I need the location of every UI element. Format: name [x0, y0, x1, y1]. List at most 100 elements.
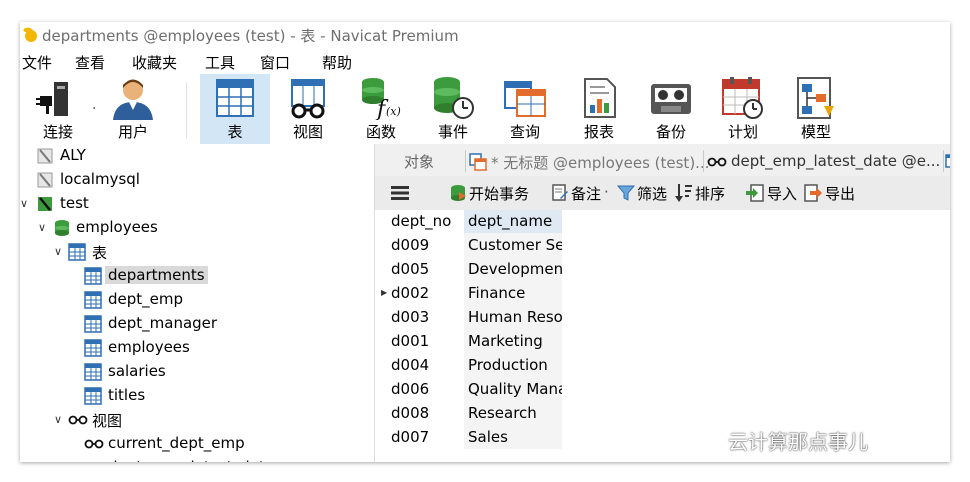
glasses-icon [68, 415, 88, 425]
tree-label: 视图 [92, 412, 123, 430]
cell-dept-no[interactable]: d003 [391, 305, 463, 329]
import-label: 导入 [767, 185, 798, 203]
model-button[interactable]: 模型 [780, 74, 852, 144]
cell-dept-name[interactable]: Human Resources [464, 305, 562, 329]
column-header-dept-name[interactable]: dept_name [464, 210, 562, 233]
user-icon [113, 79, 153, 120]
svg-text:(x): (x) [386, 105, 401, 118]
glasses-icon [707, 157, 727, 167]
model-label: 模型 [800, 123, 831, 141]
tree-label: departments [105, 266, 208, 284]
data-grid: dept_no dept_name d009 Customer Service … [375, 210, 950, 462]
model-icon [797, 77, 834, 119]
hamburger-menu-icon[interactable] [391, 186, 409, 200]
table-icon [216, 79, 254, 117]
tree-label: 表 [92, 244, 108, 262]
report-button[interactable]: 报表 [564, 74, 634, 144]
query-icon [469, 153, 487, 171]
table-row[interactable]: d001 Marketing [375, 329, 575, 353]
cell-dept-name[interactable]: Customer Service [464, 233, 562, 257]
schedule-icon [722, 77, 763, 119]
table-row[interactable]: d004 Production [375, 353, 575, 377]
table-icon [84, 291, 102, 309]
grid-toolbar: 开始事务 备注 · 筛选 排序 导入 导出 [375, 176, 950, 211]
tab-separator [943, 150, 944, 172]
table-icon [84, 339, 102, 357]
schedule-button[interactable]: 计划 [708, 74, 778, 144]
menu-favorites[interactable]: 收藏夹 [132, 52, 177, 73]
user-label: 用户 [117, 123, 148, 141]
function-label: 函数 [365, 123, 396, 141]
chevron-down-icon[interactable]: ∨ [38, 221, 46, 234]
menu-view[interactable]: 查看 [75, 52, 105, 73]
cell-dept-no[interactable]: d006 [391, 377, 463, 401]
cell-dept-name[interactable]: Development [464, 257, 562, 281]
connection-icon [37, 172, 53, 188]
connection-button[interactable]: 连接 [20, 74, 96, 144]
tab-objects[interactable]: 对象 [375, 148, 463, 176]
table-row[interactable]: d005 Development [375, 257, 575, 281]
user-button[interactable]: 用户 [100, 74, 166, 144]
menu-window[interactable]: 窗口 [260, 52, 290, 73]
table-row[interactable]: d009 Customer Service [375, 233, 575, 257]
cell-dept-name[interactable]: Production [464, 353, 562, 377]
cell-dept-name[interactable]: Finance [464, 281, 562, 305]
cell-dept-no[interactable]: d004 [391, 353, 463, 377]
function-button[interactable]: f (x) 函数 [346, 74, 416, 144]
table-icon [84, 363, 102, 381]
table-row[interactable]: d003 Human Resources [375, 305, 575, 329]
menu-help[interactable]: 帮助 [322, 52, 352, 73]
table-icon [84, 267, 102, 285]
table-icon [84, 387, 102, 405]
table-row[interactable]: d008 Research [375, 401, 575, 425]
window-title: departments @employees (test) - 表 - Navi… [42, 27, 459, 45]
cell-dept-no[interactable]: d008 [391, 401, 463, 425]
cell-dept-no[interactable]: d007 [391, 425, 463, 449]
tab-untitled-query[interactable]: * 无标题 @employees (test)... [467, 148, 709, 176]
import-icon [746, 184, 764, 202]
chevron-down-icon[interactable]: ∨ [54, 413, 62, 426]
event-button[interactable]: 事件 [418, 74, 488, 144]
table-row[interactable]: d006 Quality Management [375, 377, 575, 401]
plug-icon [36, 82, 68, 116]
app-window: departments @employees (test) - 表 - Navi… [20, 22, 950, 462]
cell-dept-no[interactable]: d001 [391, 329, 463, 353]
backup-label: 备份 [655, 123, 686, 141]
backup-button[interactable]: 备份 [636, 74, 706, 144]
menu-file[interactable]: 文件 [22, 52, 52, 73]
cell-dept-no[interactable]: d005 [391, 257, 463, 281]
chevron-down-icon[interactable]: ∨ [54, 245, 62, 258]
tab-view-latest-date[interactable]: dept_emp_latest_date @e... [705, 148, 943, 176]
cell-dept-name[interactable]: Sales [464, 425, 562, 449]
table-group-icon [68, 243, 86, 261]
chevron-down-icon[interactable]: ∨ [20, 197, 28, 210]
table-row[interactable]: d007 Sales [375, 425, 575, 449]
report-label: 报表 [583, 123, 614, 141]
table-icon[interactable] [945, 154, 950, 168]
tree-label: salaries [108, 362, 166, 380]
table-button[interactable]: 表 [200, 74, 270, 144]
cell-dept-name[interactable]: Research [464, 401, 562, 425]
connection-dropdown-dot[interactable]: · [92, 101, 96, 117]
query-button[interactable]: 查询 [490, 74, 560, 144]
table-row-current[interactable]: ▶ d002 Finance [375, 281, 575, 305]
tab-label: dept_emp_latest_date @e... [731, 152, 941, 170]
tree-label: titles [108, 386, 146, 404]
column-header-dept-no[interactable]: dept_no [391, 210, 451, 233]
view-button[interactable]: 视图 [274, 74, 342, 144]
menu-tools[interactable]: 工具 [205, 52, 235, 73]
table-label: 表 [227, 123, 243, 141]
tree-label: ALY [60, 146, 86, 164]
cell-dept-no[interactable]: d009 [391, 233, 463, 257]
cell-dept-no[interactable]: d002 [391, 281, 463, 305]
transaction-icon [451, 185, 466, 201]
cell-dept-name[interactable]: Quality Management [464, 377, 562, 401]
export-icon [804, 184, 822, 202]
memo-dropdown-dot[interactable]: · [604, 183, 609, 201]
cell-dept-name[interactable]: Marketing [464, 329, 562, 353]
tree-label: current_dept_emp [108, 434, 245, 452]
backup-icon [651, 84, 691, 114]
tree-label: dept_emp_latest_date [108, 458, 274, 462]
glasses-icon [84, 439, 104, 449]
sort-label: 排序 [695, 185, 726, 203]
